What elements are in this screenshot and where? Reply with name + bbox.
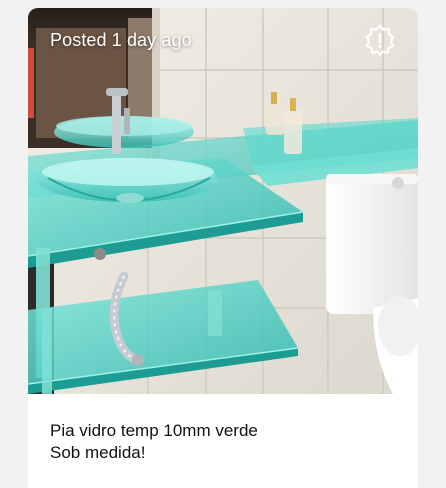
- listing-description: Pia vidro temp 10mm verde Sob medida!: [50, 420, 400, 464]
- description-line: Sob medida!: [50, 443, 146, 462]
- posted-time-label: Posted 1 day ago: [50, 30, 192, 50]
- listing-photo[interactable]: Posted 1 day ago: [28, 8, 418, 394]
- alert-badge-icon: [365, 24, 395, 56]
- listing-card[interactable]: Posted 1 day ago Pia vidro temp 10mm ver…: [28, 8, 418, 488]
- description-line: Pia vidro temp 10mm verde: [50, 421, 258, 440]
- report-button[interactable]: [364, 24, 396, 56]
